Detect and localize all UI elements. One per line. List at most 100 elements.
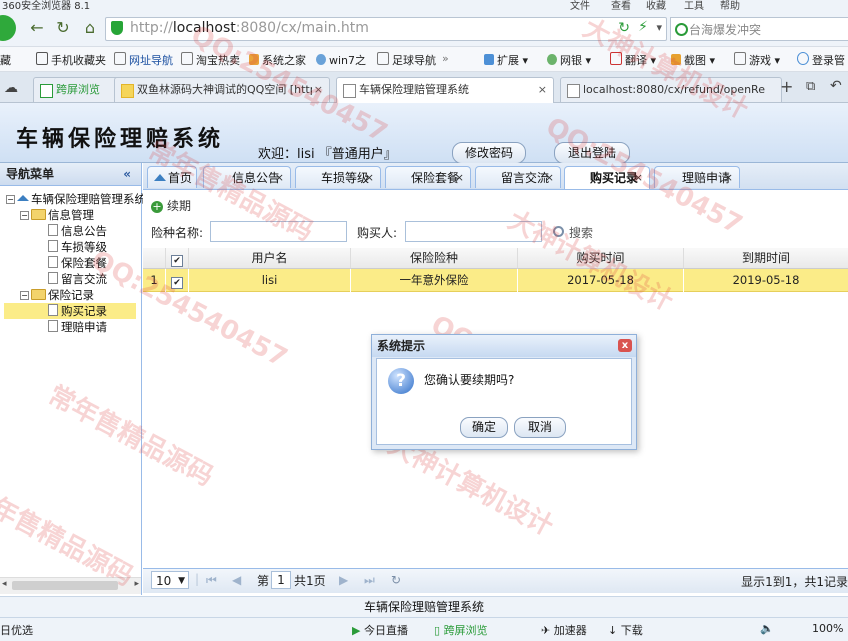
bookmark-mobile[interactable]: 手机收藏夹 bbox=[36, 52, 106, 68]
status-youxuan[interactable]: 日优选 bbox=[0, 622, 33, 638]
next-page-icon[interactable]: ▶ bbox=[339, 573, 348, 587]
status-zoom[interactable]: 100% bbox=[812, 622, 843, 635]
search-button[interactable]: 搜索 bbox=[553, 224, 593, 241]
cloud-icon[interactable]: ☁ bbox=[4, 80, 18, 96]
browser-search-input[interactable]: 台海爆发冲突 bbox=[670, 17, 848, 41]
buyer-input[interactable] bbox=[405, 221, 542, 242]
tree-group-records[interactable]: − 保险记录 bbox=[20, 287, 94, 303]
menu-help[interactable]: 帮助 bbox=[720, 0, 740, 12]
menu-favorites[interactable]: 收藏 bbox=[646, 0, 666, 12]
refresh-icon[interactable]: ↻ bbox=[54, 19, 72, 37]
chevron-down-icon[interactable]: ▾ bbox=[656, 21, 662, 34]
tab-close-icon[interactable]: × bbox=[311, 78, 323, 102]
tab-notice[interactable]: 信息公告 × bbox=[203, 166, 291, 188]
status-live[interactable]: ▶ 今日直播 bbox=[352, 622, 408, 638]
status-kuaping[interactable]: ▯ 跨屏浏览 bbox=[434, 622, 488, 638]
tab-claim[interactable]: 理赔申请 × bbox=[654, 166, 740, 188]
undo-icon[interactable]: ↶ bbox=[830, 78, 842, 94]
cancel-button[interactable]: 取消 bbox=[514, 417, 566, 438]
bookmark-win7[interactable]: win7之 bbox=[316, 52, 366, 68]
grid-header-checkbox[interactable]: ✔ bbox=[166, 248, 189, 269]
nav-item-damage-level[interactable]: 车损等级 bbox=[48, 239, 107, 255]
menu-tools[interactable]: 工具 bbox=[684, 0, 704, 12]
bookmark-taobao[interactable]: 淘宝热卖 bbox=[181, 52, 240, 68]
back-icon[interactable]: ← bbox=[28, 19, 46, 37]
bookmark-collect[interactable]: 藏 bbox=[0, 52, 11, 68]
first-page-icon[interactable]: ⏮ bbox=[206, 573, 217, 588]
page-number-input[interactable]: 1 bbox=[271, 571, 291, 589]
bookmark-nav[interactable]: 网址导航 bbox=[114, 52, 173, 68]
tab-close-icon[interactable]: × bbox=[724, 167, 733, 189]
tab-damage-level[interactable]: 车损等级 × bbox=[295, 166, 381, 188]
tab-purchase[interactable]: 购买记录 × bbox=[564, 166, 650, 189]
scroll-left-icon[interactable]: ◂ bbox=[2, 579, 7, 589]
last-page-icon[interactable]: ⏭ bbox=[364, 573, 375, 588]
scroll-thumb[interactable] bbox=[12, 581, 118, 590]
bookmark-bank[interactable]: 网银 ▾ bbox=[547, 52, 591, 68]
bookmark-login[interactable]: 登录管 bbox=[797, 52, 845, 68]
change-password-button[interactable]: 修改密码 bbox=[452, 142, 526, 164]
browser-tab-localhost[interactable]: localhost:8080/cx/refund/openRe bbox=[560, 77, 782, 102]
minus-icon[interactable]: − bbox=[6, 195, 15, 204]
tree-root[interactable]: − 车辆保险理赔管理系统 bbox=[6, 191, 146, 207]
tree-group-info[interactable]: − 信息管理 bbox=[20, 207, 94, 223]
tab-close-icon[interactable]: × bbox=[455, 167, 464, 189]
row-insurance[interactable]: 一年意外保险 bbox=[351, 269, 517, 292]
tab-close-icon[interactable]: × bbox=[365, 167, 374, 189]
row-expire-time[interactable]: 2019-05-18 bbox=[684, 269, 848, 292]
prev-page-icon[interactable]: ◀ bbox=[232, 573, 241, 587]
bookmark-screenshot[interactable]: 截图 ▾ bbox=[671, 52, 715, 68]
insurance-input[interactable] bbox=[210, 221, 347, 242]
row-checkbox-cell[interactable]: ✔ bbox=[166, 269, 188, 292]
reload-icon[interactable]: ↻ bbox=[618, 20, 630, 36]
tab-package[interactable]: 保险套餐 × bbox=[385, 166, 471, 188]
renew-button[interactable]: + 续期 bbox=[151, 197, 191, 214]
nav-item-package[interactable]: 保险套餐 bbox=[48, 255, 107, 271]
nav-item-purchase[interactable]: 购买记录 bbox=[4, 303, 136, 319]
menu-file[interactable]: 文件 bbox=[570, 0, 590, 12]
row-buy-time[interactable]: 2017-05-18 bbox=[518, 269, 683, 292]
tab-home[interactable]: 首页 bbox=[147, 166, 197, 188]
status-download[interactable]: ↓ 下载 bbox=[608, 622, 643, 638]
grid-header-buy-time[interactable]: 购买时间 bbox=[518, 248, 684, 269]
bookmark-translate[interactable]: 翻译 ▾ bbox=[610, 52, 656, 68]
row-checkbox[interactable]: ✔ bbox=[171, 277, 183, 289]
refresh-icon[interactable]: ↻ bbox=[391, 573, 401, 587]
page-size-select[interactable]: 10 ▼ bbox=[151, 571, 189, 589]
bookmark-syszj[interactable]: 系统之家 bbox=[249, 52, 306, 68]
lightning-icon[interactable]: ⚡ bbox=[638, 19, 648, 35]
tab-message[interactable]: 留言交流 × bbox=[475, 166, 561, 188]
nav-item-claim[interactable]: 理赔申请 bbox=[48, 319, 107, 335]
nav-item-notice[interactable]: 信息公告 bbox=[48, 223, 107, 239]
collapse-icon[interactable]: « bbox=[123, 163, 131, 185]
restore-icon[interactable]: ⧉ bbox=[806, 79, 815, 94]
scroll-right-icon[interactable]: ▸ bbox=[134, 579, 139, 589]
nav-item-message[interactable]: 留言交流 bbox=[48, 271, 107, 287]
grid-header-expire-time[interactable]: 到期时间 bbox=[684, 248, 848, 269]
status-accelerator[interactable]: ✈ 加速器 bbox=[541, 622, 587, 638]
minus-icon[interactable]: − bbox=[20, 211, 29, 220]
bookmark-football[interactable]: 足球导航 bbox=[377, 52, 436, 68]
tab-close-icon[interactable]: × bbox=[545, 167, 554, 189]
row-user[interactable]: lisi bbox=[189, 269, 350, 292]
bookmark-games[interactable]: 游戏 ▾ bbox=[734, 52, 780, 68]
browser-tab-app[interactable]: 车辆保险理赔管理系统 × bbox=[336, 77, 554, 103]
bookmarks-more-icon[interactable]: » bbox=[442, 52, 449, 65]
logout-button[interactable]: 退出登陆 bbox=[554, 142, 630, 164]
select-all-checkbox[interactable]: ✔ bbox=[171, 255, 183, 267]
bookmark-extensions[interactable]: 扩展 ▾ bbox=[484, 52, 528, 68]
dialog-header[interactable]: 系统提示 x bbox=[372, 335, 636, 357]
grid-header-user[interactable]: 用户名 bbox=[189, 248, 351, 269]
volume-icon[interactable]: 🔈 bbox=[760, 622, 774, 635]
minus-icon[interactable]: − bbox=[20, 291, 29, 300]
tab-close-icon[interactable]: × bbox=[275, 167, 284, 189]
new-tab-icon[interactable]: + bbox=[780, 77, 793, 96]
menu-view[interactable]: 查看 bbox=[611, 0, 631, 12]
tab-close-icon[interactable]: × bbox=[538, 78, 547, 102]
browser-tab-qq[interactable]: 双鱼林源码大神调试的QQ空间 [http × bbox=[114, 77, 330, 102]
nav-horizontal-scrollbar[interactable]: ◂ ▸ bbox=[0, 577, 141, 594]
home-icon[interactable]: ⌂ bbox=[81, 19, 99, 37]
url-field[interactable]: http://localhost:8080/cx/main.htm ↻ ⚡ ▾ bbox=[105, 17, 667, 41]
grid-header-insurance[interactable]: 保险险种 bbox=[351, 248, 518, 269]
ok-button[interactable]: 确定 bbox=[460, 417, 508, 438]
